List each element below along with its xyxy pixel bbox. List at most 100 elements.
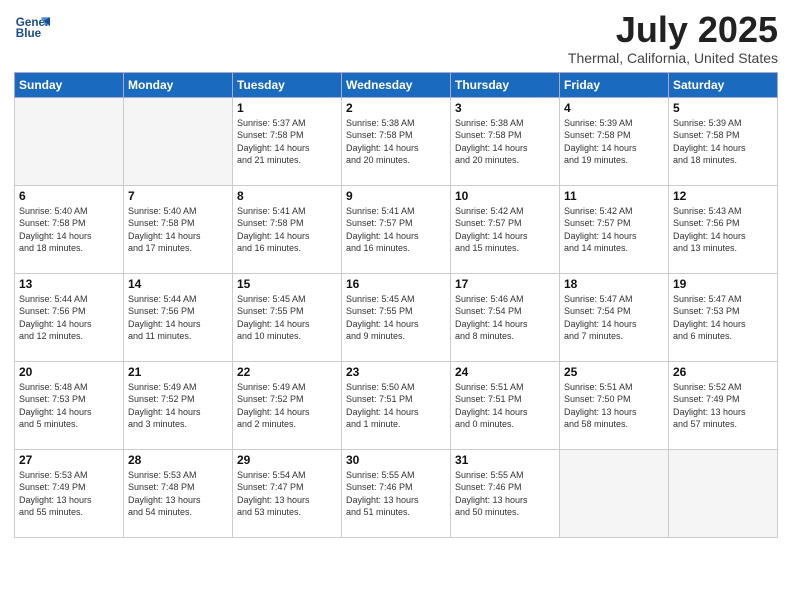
- calendar-week-5: 27 Sunrise: 5:53 AM Sunset: 7:49 PM Dayli…: [15, 449, 778, 537]
- calendar-cell: 30Sunrise: 5:55 AM Sunset: 7:46 PM Dayli…: [342, 449, 451, 537]
- day-number: 17: [455, 277, 555, 291]
- calendar: Sunday Monday Tuesday Wednesday Thursday…: [14, 72, 778, 538]
- day-number: 22: [237, 365, 337, 379]
- calendar-cell: 27 Sunrise: 5:53 AM Sunset: 7:49 PM Dayli…: [15, 449, 124, 537]
- day-number: 7: [128, 189, 228, 203]
- calendar-cell: [124, 97, 233, 185]
- day-info: Sunrise: 5:45 AM Sunset: 7:55 PM Dayligh…: [237, 293, 337, 343]
- day-info: Sunrise: 5:39 AM Sunset: 7:58 PM Dayligh…: [564, 117, 664, 167]
- day-number: 5: [673, 101, 773, 115]
- calendar-cell: 28 Sunrise: 5:53 AM Sunset: 7:48 PM Dayli…: [124, 449, 233, 537]
- col-sunday: Sunday: [15, 72, 124, 97]
- title-block: July 2025 Thermal, California, United St…: [568, 10, 778, 66]
- day-number: 12: [673, 189, 773, 203]
- calendar-cell: 1Sunrise: 5:37 AM Sunset: 7:58 PM Daylig…: [233, 97, 342, 185]
- page-container: General Blue July 2025 Thermal, Californ…: [0, 0, 792, 546]
- header: General Blue July 2025 Thermal, Californ…: [14, 10, 778, 66]
- day-number: 21: [128, 365, 228, 379]
- day-number: 25: [564, 365, 664, 379]
- logo: General Blue: [14, 10, 50, 46]
- calendar-cell: 24Sunrise: 5:51 AM Sunset: 7:51 PM Dayli…: [451, 361, 560, 449]
- day-number: 13: [19, 277, 119, 291]
- day-info: Sunrise: 5:47 AM Sunset: 7:54 PM Dayligh…: [564, 293, 664, 343]
- day-info: Sunrise: 5:53 AM Sunset: 7:48 PM Dayligh…: [128, 469, 228, 519]
- day-info: Sunrise: 5:40 AM Sunset: 7:58 PM Dayligh…: [19, 205, 119, 255]
- day-number: 26: [673, 365, 773, 379]
- day-info: Sunrise: 5:40 AM Sunset: 7:58 PM Dayligh…: [128, 205, 228, 255]
- day-info: Sunrise: 5:44 AM Sunset: 7:56 PM Dayligh…: [19, 293, 119, 343]
- day-info: Sunrise: 5:51 AM Sunset: 7:50 PM Dayligh…: [564, 381, 664, 431]
- day-info: Sunrise: 5:39 AM Sunset: 7:58 PM Dayligh…: [673, 117, 773, 167]
- col-thursday: Thursday: [451, 72, 560, 97]
- day-info: Sunrise: 5:41 AM Sunset: 7:57 PM Dayligh…: [346, 205, 446, 255]
- calendar-cell: 17Sunrise: 5:46 AM Sunset: 7:54 PM Dayli…: [451, 273, 560, 361]
- col-wednesday: Wednesday: [342, 72, 451, 97]
- col-friday: Friday: [560, 72, 669, 97]
- day-info: Sunrise: 5:45 AM Sunset: 7:55 PM Dayligh…: [346, 293, 446, 343]
- day-number: 8: [237, 189, 337, 203]
- day-info: Sunrise: 5:55 AM Sunset: 7:46 PM Dayligh…: [455, 469, 555, 519]
- day-info: Sunrise: 5:41 AM Sunset: 7:58 PM Dayligh…: [237, 205, 337, 255]
- day-info: Sunrise: 5:47 AM Sunset: 7:53 PM Dayligh…: [673, 293, 773, 343]
- day-info: Sunrise: 5:53 AM Sunset: 7:49 PM Dayligh…: [19, 469, 119, 519]
- day-number: 9: [346, 189, 446, 203]
- location-title: Thermal, California, United States: [568, 50, 778, 66]
- day-info: Sunrise: 5:50 AM Sunset: 7:51 PM Dayligh…: [346, 381, 446, 431]
- day-info: Sunrise: 5:51 AM Sunset: 7:51 PM Dayligh…: [455, 381, 555, 431]
- day-number: 18: [564, 277, 664, 291]
- calendar-cell: [560, 449, 669, 537]
- calendar-cell: 26 Sunrise: 5:52 AM Sunset: 7:49 PM Dayli…: [669, 361, 778, 449]
- day-number: 28: [128, 453, 228, 467]
- logo-icon: General Blue: [14, 10, 50, 46]
- day-number: 31: [455, 453, 555, 467]
- calendar-cell: 7 Sunrise: 5:40 AM Sunset: 7:58 PM Daylig…: [124, 185, 233, 273]
- day-info: Sunrise: 5:55 AM Sunset: 7:46 PM Dayligh…: [346, 469, 446, 519]
- calendar-week-1: 1Sunrise: 5:37 AM Sunset: 7:58 PM Daylig…: [15, 97, 778, 185]
- day-number: 1: [237, 101, 337, 115]
- day-number: 10: [455, 189, 555, 203]
- day-info: Sunrise: 5:49 AM Sunset: 7:52 PM Dayligh…: [237, 381, 337, 431]
- calendar-cell: 2 Sunrise: 5:38 AM Sunset: 7:58 PM Daylig…: [342, 97, 451, 185]
- day-info: Sunrise: 5:44 AM Sunset: 7:56 PM Dayligh…: [128, 293, 228, 343]
- day-info: Sunrise: 5:52 AM Sunset: 7:49 PM Dayligh…: [673, 381, 773, 431]
- calendar-cell: 15 Sunrise: 5:45 AM Sunset: 7:55 PM Dayli…: [233, 273, 342, 361]
- month-title: July 2025: [568, 10, 778, 50]
- calendar-cell: 9 Sunrise: 5:41 AM Sunset: 7:57 PM Daylig…: [342, 185, 451, 273]
- day-number: 3: [455, 101, 555, 115]
- calendar-cell: 16 Sunrise: 5:45 AM Sunset: 7:55 PM Dayli…: [342, 273, 451, 361]
- calendar-cell: 5 Sunrise: 5:39 AM Sunset: 7:58 PM Daylig…: [669, 97, 778, 185]
- day-number: 16: [346, 277, 446, 291]
- calendar-cell: 22 Sunrise: 5:49 AM Sunset: 7:52 PM Dayli…: [233, 361, 342, 449]
- calendar-cell: 21Sunrise: 5:49 AM Sunset: 7:52 PM Dayli…: [124, 361, 233, 449]
- calendar-cell: 8 Sunrise: 5:41 AM Sunset: 7:58 PM Daylig…: [233, 185, 342, 273]
- calendar-week-4: 20Sunrise: 5:48 AM Sunset: 7:53 PM Dayli…: [15, 361, 778, 449]
- col-tuesday: Tuesday: [233, 72, 342, 97]
- calendar-cell: 13 Sunrise: 5:44 AM Sunset: 7:56 PM Dayli…: [15, 273, 124, 361]
- day-number: 4: [564, 101, 664, 115]
- calendar-cell: 29Sunrise: 5:54 AM Sunset: 7:47 PM Dayli…: [233, 449, 342, 537]
- calendar-header-row: Sunday Monday Tuesday Wednesday Thursday…: [15, 72, 778, 97]
- day-number: 14: [128, 277, 228, 291]
- day-info: Sunrise: 5:54 AM Sunset: 7:47 PM Dayligh…: [237, 469, 337, 519]
- day-number: 15: [237, 277, 337, 291]
- calendar-cell: 25 Sunrise: 5:51 AM Sunset: 7:50 PM Dayli…: [560, 361, 669, 449]
- calendar-cell: [15, 97, 124, 185]
- day-info: Sunrise: 5:42 AM Sunset: 7:57 PM Dayligh…: [564, 205, 664, 255]
- day-number: 6: [19, 189, 119, 203]
- day-number: 2: [346, 101, 446, 115]
- svg-text:Blue: Blue: [16, 27, 42, 40]
- day-info: Sunrise: 5:48 AM Sunset: 7:53 PM Dayligh…: [19, 381, 119, 431]
- calendar-cell: 11 Sunrise: 5:42 AM Sunset: 7:57 PM Dayli…: [560, 185, 669, 273]
- calendar-cell: 10Sunrise: 5:42 AM Sunset: 7:57 PM Dayli…: [451, 185, 560, 273]
- col-monday: Monday: [124, 72, 233, 97]
- day-number: 11: [564, 189, 664, 203]
- day-number: 23: [346, 365, 446, 379]
- calendar-cell: 14 Sunrise: 5:44 AM Sunset: 7:56 PM Dayli…: [124, 273, 233, 361]
- calendar-cell: 3Sunrise: 5:38 AM Sunset: 7:58 PM Daylig…: [451, 97, 560, 185]
- calendar-cell: 12Sunrise: 5:43 AM Sunset: 7:56 PM Dayli…: [669, 185, 778, 273]
- day-number: 27: [19, 453, 119, 467]
- day-info: Sunrise: 5:38 AM Sunset: 7:58 PM Dayligh…: [346, 117, 446, 167]
- calendar-week-3: 13 Sunrise: 5:44 AM Sunset: 7:56 PM Dayli…: [15, 273, 778, 361]
- calendar-cell: 19 Sunrise: 5:47 AM Sunset: 7:53 PM Dayli…: [669, 273, 778, 361]
- day-number: 19: [673, 277, 773, 291]
